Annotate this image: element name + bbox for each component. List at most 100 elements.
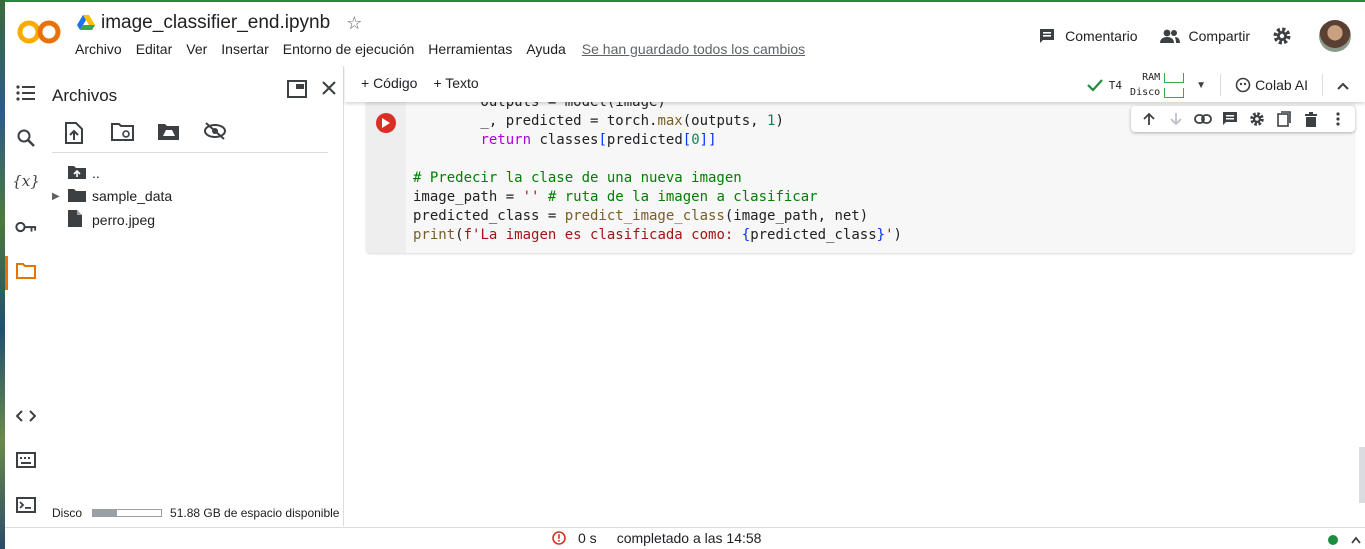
comment-button[interactable]: Comentario xyxy=(1038,27,1138,45)
upload-file-icon[interactable] xyxy=(65,122,89,144)
menu-ayuda[interactable]: Ayuda xyxy=(526,41,565,57)
tree-item-label: .. xyxy=(92,165,100,181)
menu-herramientas[interactable]: Herramientas xyxy=(428,41,512,57)
code-line: # Predecir la clase de una nueva imagen xyxy=(413,170,742,186)
delete-icon[interactable] xyxy=(1297,111,1324,127)
key-icon[interactable] xyxy=(15,216,37,238)
menu-bar: Archivo Editar Ver Insertar Entorno de e… xyxy=(75,41,819,57)
mount-drive-icon[interactable] xyxy=(157,122,181,144)
execution-duration: 0 s xyxy=(578,530,597,546)
ram-bar xyxy=(1164,72,1185,83)
search-icon[interactable] xyxy=(15,127,37,149)
divider xyxy=(52,152,328,153)
menu-editar[interactable]: Editar xyxy=(136,41,173,57)
parent-folder-icon xyxy=(68,165,92,182)
add-code-button[interactable]: + Código xyxy=(361,75,417,91)
ram-label: RAM xyxy=(1142,72,1161,83)
comment-icon xyxy=(1040,29,1055,43)
cell-gutter xyxy=(366,102,406,253)
tree-item-perro[interactable]: perro.jpeg xyxy=(52,209,155,231)
share-button[interactable]: Compartir xyxy=(1159,28,1250,44)
add-text-button[interactable]: + Texto xyxy=(433,75,478,91)
error-icon[interactable] xyxy=(552,531,566,545)
code-line: print(f'La imagen es clasificada como: {… xyxy=(413,227,902,243)
share-label: Compartir xyxy=(1188,28,1250,44)
comment-icon[interactable] xyxy=(1216,111,1243,127)
command-palette-icon[interactable] xyxy=(15,449,37,471)
colab-ai-label: Colab AI xyxy=(1255,77,1308,93)
colab-ai-icon xyxy=(1235,77,1251,93)
folder-icon xyxy=(68,188,92,205)
code-snippets-icon[interactable] xyxy=(15,405,37,427)
runtime-type[interactable]: T4 xyxy=(1109,79,1122,92)
code-line: outputs = model(image) xyxy=(413,102,666,110)
tree-item-label: perro.jpeg xyxy=(92,212,156,228)
colab-logo xyxy=(17,20,61,44)
gear-icon xyxy=(1273,27,1291,45)
star-icon[interactable]: ☆ xyxy=(346,13,362,34)
comment-label: Comentario xyxy=(1065,28,1138,44)
expand-arrow-icon[interactable]: ▶ xyxy=(52,191,68,202)
variables-icon[interactable]: {x} xyxy=(12,170,40,192)
code-line: _, predicted = torch.max(outputs, 1) xyxy=(413,113,784,129)
save-status-link[interactable]: Se han guardado todos los cambios xyxy=(582,41,805,57)
menu-ver[interactable]: Ver xyxy=(186,41,207,57)
move-down-icon[interactable] xyxy=(1162,112,1189,126)
code-line: return classes[predicted[0]] xyxy=(480,132,717,148)
code-line: predicted_class = predict_image_class(im… xyxy=(413,208,869,224)
collapse-chevron-up-icon[interactable] xyxy=(1337,77,1349,93)
notebook-title[interactable]: image_classifier_end.ipynb xyxy=(101,12,330,34)
gear-icon[interactable] xyxy=(1243,111,1270,127)
scrollbar-thumb[interactable] xyxy=(1359,447,1365,503)
disk-usage: Disco 51.88 GB de espacio disponible xyxy=(52,506,339,520)
divider xyxy=(1322,74,1323,96)
files-panel: Archivos .. ▶ sample_data perro.jpeg Dis… xyxy=(45,66,344,526)
file-icon xyxy=(68,210,92,230)
code-editor[interactable]: outputs = model(image) _, predicted = to… xyxy=(413,102,902,245)
cell-toolbar xyxy=(1131,106,1355,132)
colab-ai-button[interactable]: Colab AI xyxy=(1235,77,1308,93)
tree-item-parent[interactable]: .. xyxy=(52,162,100,184)
settings-button[interactable] xyxy=(1272,26,1301,46)
play-icon xyxy=(382,118,390,128)
menu-insertar[interactable]: Insertar xyxy=(221,41,268,57)
terminal-icon[interactable] xyxy=(15,494,37,516)
people-icon xyxy=(1159,29,1180,43)
status-bar: 0 s completado a las 14:58 xyxy=(5,527,1365,549)
hide-files-icon[interactable] xyxy=(203,122,227,144)
chevron-down-icon[interactable]: ▼ xyxy=(1196,80,1206,91)
more-options-icon[interactable] xyxy=(1324,112,1351,126)
chevron-up-icon[interactable] xyxy=(1351,531,1361,547)
mirror-cell-icon[interactable] xyxy=(1270,111,1297,127)
folder-icon[interactable] xyxy=(15,260,37,282)
open-in-tab-icon[interactable] xyxy=(287,80,307,103)
refresh-folder-icon[interactable] xyxy=(111,122,135,144)
side-rail: {x} xyxy=(5,66,45,526)
active-indicator xyxy=(5,256,8,290)
connection-status-dot[interactable] xyxy=(1328,535,1338,545)
avatar[interactable] xyxy=(1319,20,1351,52)
menu-archivo[interactable]: Archivo xyxy=(75,41,122,57)
toc-icon[interactable] xyxy=(15,82,37,104)
code-line: image_path = '' # ruta de la imagen a cl… xyxy=(413,189,818,205)
divider xyxy=(1220,74,1222,96)
tree-item-sample-data[interactable]: ▶ sample_data xyxy=(52,185,172,207)
google-drive-icon[interactable] xyxy=(77,15,95,31)
disk-bar xyxy=(1164,87,1185,98)
files-panel-title: Archivos xyxy=(52,86,118,105)
disk-usage-bar xyxy=(92,509,163,517)
tree-item-label: sample_data xyxy=(92,188,173,204)
notebook-toolbar: + Código + Texto T4 RAM Disco ▼ Colab AI xyxy=(345,66,1365,102)
resource-monitor[interactable]: RAM Disco xyxy=(1130,70,1185,100)
close-icon[interactable] xyxy=(321,80,337,103)
disk-free-text: 51.88 GB de espacio disponible xyxy=(170,506,340,520)
disk-label: Disco xyxy=(1130,87,1161,98)
app-header: image_classifier_end.ipynb ☆ Archivo Edi… xyxy=(5,2,1365,66)
menu-entorno[interactable]: Entorno de ejecución xyxy=(283,41,415,57)
check-icon xyxy=(1087,79,1103,92)
link-icon[interactable] xyxy=(1189,114,1216,124)
completion-time: completado a las 14:58 xyxy=(616,530,762,546)
run-cell-button[interactable] xyxy=(376,113,396,133)
move-up-icon[interactable] xyxy=(1135,112,1162,126)
disk-label: Disco xyxy=(52,506,83,520)
